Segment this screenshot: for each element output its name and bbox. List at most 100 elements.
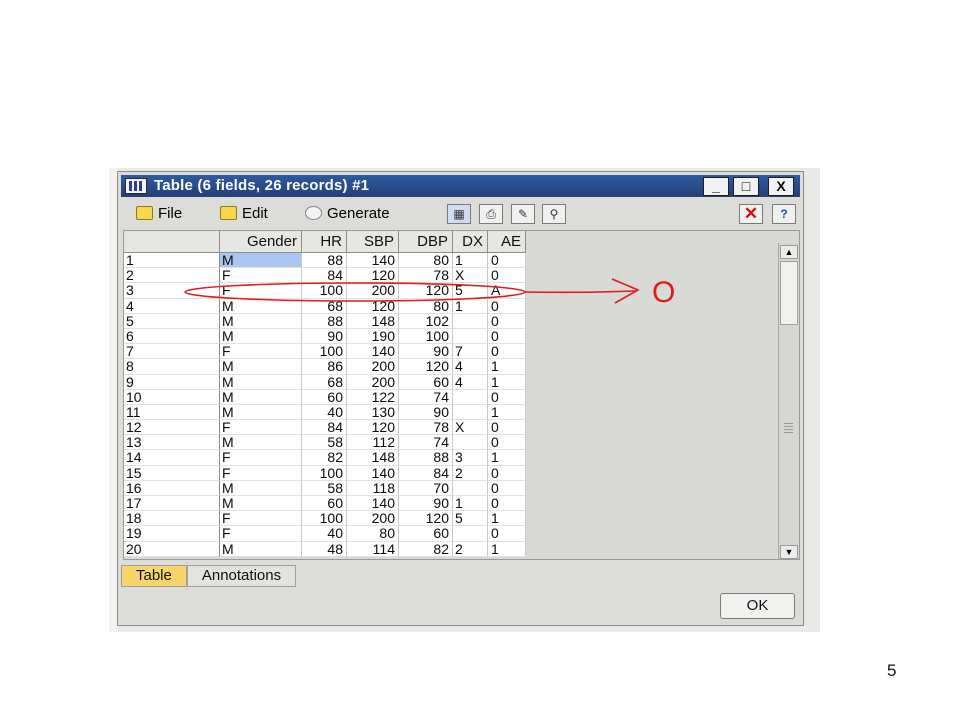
export-icon[interactable]: ✎ <box>511 204 535 224</box>
table-cell[interactable]: X <box>453 268 488 284</box>
table-cell[interactable]: 112 <box>347 435 399 451</box>
table-cell[interactable]: 0 <box>488 344 526 360</box>
table-cell[interactable]: 118 <box>347 480 399 496</box>
table-cell[interactable]: 140 <box>347 253 399 269</box>
table-row[interactable]: 1 M 88 140 80 1 0 <box>124 253 526 269</box>
help-icon[interactable]: ? <box>772 204 796 224</box>
table-row[interactable]: 10 M 60 122 74 0 <box>124 389 526 405</box>
table-cell[interactable]: 78 <box>399 268 453 284</box>
column-header[interactable]: HR <box>302 231 347 253</box>
table-cell[interactable]: 1 <box>453 298 488 314</box>
table-cell[interactable]: 1 <box>488 541 526 557</box>
table-cell[interactable]: 4 <box>453 374 488 390</box>
table-cell[interactable]: 0 <box>488 496 526 512</box>
table-cell[interactable]: M <box>220 389 302 405</box>
table-cell[interactable]: 120 <box>399 511 453 527</box>
table-cell[interactable] <box>453 404 488 421</box>
table-cell[interactable]: F <box>220 283 302 299</box>
table-cell[interactable]: 100 <box>399 328 453 345</box>
table-cell[interactable]: M <box>220 374 302 390</box>
row-number-cell[interactable]: 5 <box>124 313 220 329</box>
table-cell[interactable]: M <box>220 480 302 496</box>
table-cell[interactable]: 90 <box>399 496 453 512</box>
table-row[interactable]: 16 M 58 118 70 0 <box>124 480 526 496</box>
table-cell[interactable]: 200 <box>347 374 399 390</box>
table-cell[interactable] <box>453 526 488 542</box>
table-cell[interactable] <box>453 328 488 345</box>
table-row[interactable]: 9 M 68 200 60 4 1 <box>124 374 526 390</box>
table-cell[interactable]: 86 <box>302 359 347 375</box>
table-row[interactable]: 3 F 100 200 120 5 A <box>124 283 526 299</box>
table-cell[interactable]: 88 <box>302 253 347 269</box>
table-row[interactable]: 13 M 58 112 74 0 <box>124 435 526 451</box>
table-view-icon[interactable]: ▦ <box>447 204 471 224</box>
minimize-button[interactable]: _ <box>703 177 729 196</box>
table-cell[interactable]: F <box>220 465 302 481</box>
table-cell[interactable]: 90 <box>399 404 453 421</box>
table-cell[interactable] <box>453 435 488 451</box>
table-cell[interactable]: 120 <box>347 298 399 314</box>
table-cell[interactable]: 82 <box>399 541 453 557</box>
table-cell[interactable]: 120 <box>399 283 453 299</box>
table-cell[interactable]: 88 <box>302 313 347 329</box>
table-cell[interactable]: F <box>220 268 302 284</box>
table-cell[interactable] <box>453 313 488 329</box>
table-cell[interactable]: 48 <box>302 541 347 557</box>
table-row[interactable]: 6 M 90 190 100 0 <box>124 328 526 345</box>
column-header[interactable]: DX <box>453 231 488 253</box>
table-row[interactable]: 12 F 84 120 78 X 0 <box>124 420 526 436</box>
column-header[interactable]: Gender <box>220 231 302 253</box>
table-cell[interactable]: 60 <box>302 496 347 512</box>
row-number-cell[interactable]: 19 <box>124 526 220 542</box>
table-cell[interactable]: M <box>220 496 302 512</box>
table-cell[interactable]: 120 <box>347 268 399 284</box>
table-cell[interactable]: 80 <box>399 253 453 269</box>
table-cell[interactable]: 1 <box>453 496 488 512</box>
table-cell[interactable]: 60 <box>399 374 453 390</box>
table-cell[interactable]: F <box>220 526 302 542</box>
table-row[interactable]: 15 F 100 140 84 2 0 <box>124 465 526 481</box>
table-cell[interactable]: 1 <box>488 450 526 466</box>
tab-annotations[interactable]: Annotations <box>186 565 297 587</box>
row-number-cell[interactable]: 9 <box>124 374 220 390</box>
row-number-cell[interactable]: 8 <box>124 359 220 375</box>
row-number-cell[interactable]: 15 <box>124 465 220 481</box>
table-cell[interactable]: 84 <box>302 420 347 436</box>
menu-generate[interactable]: Generate <box>305 205 390 222</box>
table-cell[interactable]: 7 <box>453 344 488 360</box>
table-cell[interactable]: 60 <box>302 389 347 405</box>
menu-file[interactable]: File <box>136 205 182 222</box>
row-number-cell[interactable]: 7 <box>124 344 220 360</box>
table-cell[interactable]: M <box>220 313 302 329</box>
table-cell[interactable]: A <box>488 283 526 299</box>
table-cell[interactable]: 0 <box>488 465 526 481</box>
print-icon[interactable]: ⎙ <box>479 204 503 224</box>
table-cell[interactable]: 60 <box>399 526 453 542</box>
row-number-cell[interactable]: 14 <box>124 450 220 466</box>
table-cell[interactable]: 70 <box>399 480 453 496</box>
table-cell[interactable]: 90 <box>399 344 453 360</box>
table-cell[interactable]: 0 <box>488 526 526 542</box>
table-cell[interactable]: 1 <box>453 253 488 269</box>
table-cell[interactable]: 3 <box>453 450 488 466</box>
table-cell[interactable]: 0 <box>488 435 526 451</box>
table-cell[interactable]: 120 <box>347 420 399 436</box>
column-header[interactable]: SBP <box>347 231 399 253</box>
row-number-cell[interactable]: 12 <box>124 420 220 436</box>
table-cell[interactable]: 120 <box>399 359 453 375</box>
table-cell[interactable]: 0 <box>488 253 526 269</box>
table-cell[interactable]: 58 <box>302 480 347 496</box>
table-row[interactable]: 17 M 60 140 90 1 0 <box>124 496 526 512</box>
table-cell[interactable]: 1 <box>488 511 526 527</box>
table-cell[interactable] <box>453 480 488 496</box>
table-cell[interactable]: 140 <box>347 496 399 512</box>
table-cell[interactable]: 2 <box>453 465 488 481</box>
table-cell[interactable]: F <box>220 511 302 527</box>
table-cell[interactable]: X <box>453 420 488 436</box>
table-cell[interactable]: 80 <box>347 526 399 542</box>
table-cell[interactable]: 78 <box>399 420 453 436</box>
table-cell[interactable]: 0 <box>488 389 526 405</box>
table-cell[interactable]: 148 <box>347 313 399 329</box>
row-number-cell[interactable]: 16 <box>124 480 220 496</box>
table-cell[interactable]: 100 <box>302 283 347 299</box>
